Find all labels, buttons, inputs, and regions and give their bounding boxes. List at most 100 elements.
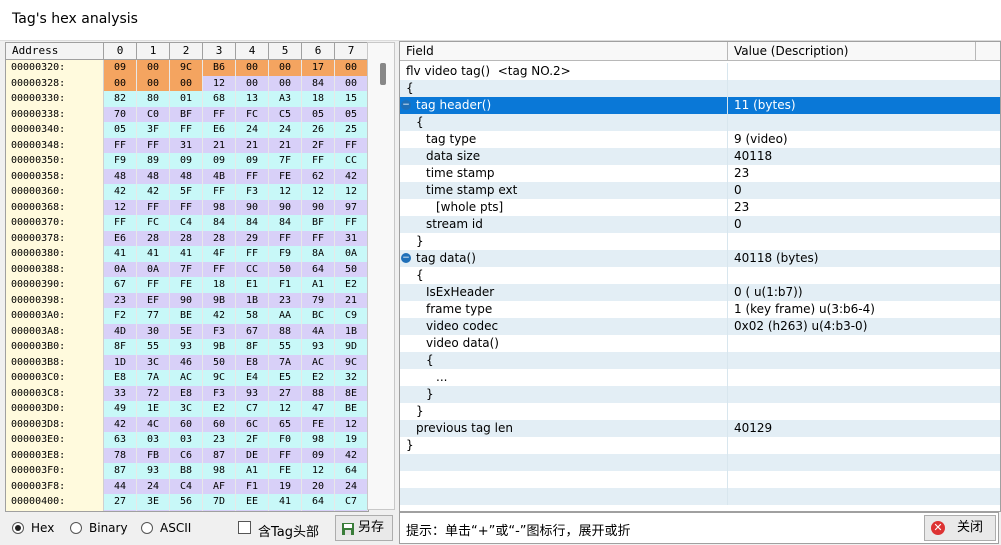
hex-byte[interactable]: 09	[170, 153, 203, 169]
hex-byte[interactable]: 98	[203, 199, 236, 215]
hex-byte[interactable]: 72	[137, 385, 170, 401]
hex-byte[interactable]: C7	[236, 401, 269, 417]
hex-byte[interactable]: C0	[137, 106, 170, 122]
hex-byte[interactable]: 0A	[335, 246, 368, 262]
hex-byte[interactable]: FF	[203, 261, 236, 277]
hex-byte[interactable]: 4B	[203, 168, 236, 184]
tree-row[interactable]: {	[400, 114, 1000, 131]
hex-byte[interactable]: 93	[302, 339, 335, 355]
hex-byte[interactable]: FF	[302, 153, 335, 169]
hex-byte[interactable]: FF	[236, 168, 269, 184]
hex-byte[interactable]: 12	[302, 184, 335, 200]
hex-byte[interactable]: 00	[104, 75, 137, 91]
hex-byte[interactable]: 48	[104, 168, 137, 184]
hex-byte[interactable]: 47	[302, 401, 335, 417]
hex-byte[interactable]: FE	[269, 463, 302, 479]
hex-byte[interactable]: 24	[269, 122, 302, 138]
hex-byte[interactable]: 89	[137, 153, 170, 169]
hex-byte[interactable]: 28	[203, 230, 236, 246]
hex-byte[interactable]: 42	[335, 447, 368, 463]
hex-byte[interactable]: 48	[170, 168, 203, 184]
hex-byte[interactable]: 98	[302, 432, 335, 448]
hex-byte[interactable]: FE	[302, 416, 335, 432]
close-button[interactable]: ✕ 关闭	[924, 515, 996, 541]
hex-byte[interactable]: 23	[104, 292, 137, 308]
hex-byte[interactable]: 24	[335, 478, 368, 494]
hex-byte[interactable]: 46	[170, 354, 203, 370]
hex-byte[interactable]: 3C	[170, 401, 203, 417]
hex-byte[interactable]: 87	[203, 447, 236, 463]
save-button[interactable]: 另存	[335, 515, 393, 541]
hex-byte[interactable]: 64	[302, 261, 335, 277]
hex-byte[interactable]: 20	[302, 478, 335, 494]
hex-byte[interactable]: C5	[269, 106, 302, 122]
tree-row[interactable]: − tag header() 11 (bytes)	[400, 97, 1000, 114]
hex-byte[interactable]: 8E	[335, 385, 368, 401]
tree-row[interactable]: }	[400, 233, 1000, 250]
hex-byte[interactable]: 3C	[137, 354, 170, 370]
hex-byte[interactable]: 29	[236, 230, 269, 246]
hex-byte[interactable]: F3	[203, 385, 236, 401]
binary-radio[interactable]	[70, 522, 82, 534]
hex-byte[interactable]: FF	[104, 215, 137, 231]
hex-byte[interactable]: A3	[269, 91, 302, 107]
hex-byte[interactable]: 23	[269, 292, 302, 308]
hex-byte[interactable]: C4	[170, 478, 203, 494]
hex-byte[interactable]: 00	[170, 75, 203, 91]
tree-row[interactable]: }	[400, 403, 1000, 420]
hex-byte[interactable]: F0	[269, 432, 302, 448]
hex-byte[interactable]: 28	[170, 230, 203, 246]
hex-byte[interactable]: 33	[104, 385, 137, 401]
ascii-radio-label[interactable]: ASCII	[160, 521, 191, 535]
hex-byte[interactable]: BF	[302, 215, 335, 231]
hex-byte[interactable]: 12	[269, 184, 302, 200]
hex-byte[interactable]: 05	[335, 106, 368, 122]
hex-byte[interactable]: 31	[335, 230, 368, 246]
tree-row[interactable]	[400, 471, 1000, 488]
hex-byte[interactable]: 84	[269, 215, 302, 231]
hex-byte[interactable]: F3	[236, 184, 269, 200]
hex-byte[interactable]: 03	[170, 432, 203, 448]
hex-byte[interactable]: E2	[203, 401, 236, 417]
collapse-icon[interactable]: −	[401, 100, 411, 110]
hex-byte[interactable]: 28	[137, 230, 170, 246]
hex-byte[interactable]: 00	[137, 75, 170, 91]
hex-byte[interactable]: 55	[269, 339, 302, 355]
hex-byte[interactable]: AC	[170, 370, 203, 386]
tree-panel[interactable]: Field Value (Description) flv video tag(…	[399, 41, 1001, 512]
include-tag-header-checkbox[interactable]	[238, 521, 251, 534]
hex-byte[interactable]: B6	[203, 60, 236, 76]
hex-byte[interactable]: E6	[104, 230, 137, 246]
hex-byte[interactable]: E8	[104, 370, 137, 386]
hex-byte[interactable]: 4A	[302, 323, 335, 339]
hex-byte[interactable]: 70	[104, 106, 137, 122]
tree-row[interactable]: time stamp 23	[400, 165, 1000, 182]
hex-byte[interactable]: BF	[170, 106, 203, 122]
tree-row[interactable]: previous tag len 40129	[400, 420, 1000, 437]
hex-byte[interactable]: 24	[236, 122, 269, 138]
tree-row[interactable]: data size 40118	[400, 148, 1000, 165]
hex-byte[interactable]: 8A	[302, 246, 335, 262]
hex-byte[interactable]: 05	[104, 122, 137, 138]
hex-byte[interactable]: 00	[335, 60, 368, 76]
hex-byte[interactable]: 82	[104, 91, 137, 107]
hex-byte[interactable]: 7F	[269, 153, 302, 169]
hex-byte[interactable]: 4F	[203, 246, 236, 262]
hex-byte[interactable]: FC	[236, 106, 269, 122]
hex-byte[interactable]: EE	[236, 494, 269, 510]
hex-byte[interactable]: 9C	[203, 370, 236, 386]
hex-byte[interactable]: 2F	[302, 137, 335, 153]
hex-byte[interactable]: 01	[170, 91, 203, 107]
hex-byte[interactable]: FE	[269, 168, 302, 184]
hex-byte[interactable]: 60	[203, 416, 236, 432]
hex-byte[interactable]: 50	[269, 261, 302, 277]
hex-byte[interactable]: 4D	[104, 323, 137, 339]
hex-byte[interactable]: 27	[269, 385, 302, 401]
hex-byte[interactable]: 30	[137, 323, 170, 339]
hex-byte[interactable]: AA	[269, 308, 302, 324]
hex-byte[interactable]: 00	[236, 75, 269, 91]
hex-byte[interactable]: 21	[203, 137, 236, 153]
hex-byte[interactable]: F2	[104, 308, 137, 324]
hex-byte[interactable]: 98	[203, 463, 236, 479]
hex-byte[interactable]: 27	[104, 494, 137, 510]
